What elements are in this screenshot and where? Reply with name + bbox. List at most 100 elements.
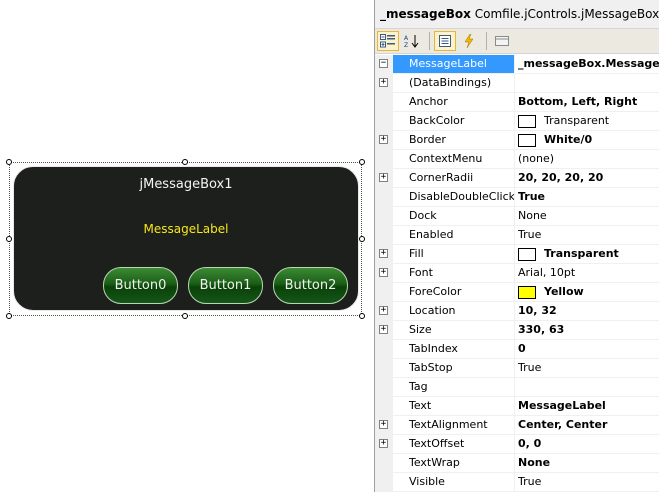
- property-name[interactable]: Fill: [393, 245, 515, 263]
- expand-icon[interactable]: +: [379, 173, 388, 182]
- property-value[interactable]: 0, 0: [515, 435, 659, 453]
- property-name[interactable]: Location: [393, 302, 515, 320]
- property-value[interactable]: 330, 63: [515, 321, 659, 339]
- expand-icon[interactable]: +: [379, 420, 388, 429]
- property-name[interactable]: Anchor: [393, 93, 515, 111]
- property-row[interactable]: + TextOffset 0, 0: [375, 435, 659, 454]
- property-name[interactable]: Text: [393, 397, 515, 415]
- property-name[interactable]: BackColor: [393, 112, 515, 130]
- property-name[interactable]: Border: [393, 131, 515, 149]
- property-name[interactable]: Size: [393, 321, 515, 339]
- property-name[interactable]: Visible: [393, 473, 515, 491]
- property-value[interactable]: MessageLabel: [515, 397, 659, 415]
- property-name[interactable]: Enabled: [393, 226, 515, 244]
- property-name[interactable]: Tag: [393, 378, 515, 396]
- button2[interactable]: Button2: [273, 267, 348, 304]
- property-value[interactable]: Transparent: [515, 245, 659, 263]
- button1[interactable]: Button1: [188, 267, 263, 304]
- property-row[interactable]: −MessageLabel_messageBox.MessageLabel: [375, 55, 659, 74]
- property-value[interactable]: Yellow: [515, 283, 659, 301]
- property-name[interactable]: DisableDoubleClick: [393, 188, 515, 206]
- property-row[interactable]: + Location 10, 32: [375, 302, 659, 321]
- alphabetical-button[interactable]: A Z: [401, 31, 423, 51]
- expand-icon[interactable]: +: [379, 135, 388, 144]
- expand-icon[interactable]: +: [379, 306, 388, 315]
- property-value[interactable]: Center, Center: [515, 416, 659, 434]
- property-name[interactable]: CornerRadii: [393, 169, 515, 187]
- properties-button[interactable]: [434, 31, 456, 51]
- property-value[interactable]: 20, 20, 20, 20: [515, 169, 659, 187]
- property-row[interactable]: + Font Arial, 10pt: [375, 264, 659, 283]
- property-row[interactable]: Text MessageLabel: [375, 397, 659, 416]
- property-row[interactable]: BackColor Transparent: [375, 112, 659, 131]
- property-value[interactable]: [515, 74, 659, 92]
- resize-handle-right[interactable]: [359, 236, 365, 242]
- property-row[interactable]: Enabled True: [375, 226, 659, 245]
- property-value[interactable]: White/0: [515, 131, 659, 149]
- property-value[interactable]: 10, 32: [515, 302, 659, 320]
- property-row[interactable]: TabStop True: [375, 359, 659, 378]
- resize-handle-top-left[interactable]: [6, 159, 12, 165]
- property-value[interactable]: True: [515, 188, 659, 206]
- property-name[interactable]: MessageLabel: [393, 55, 515, 73]
- message-label[interactable]: MessageLabel: [14, 222, 358, 236]
- property-row[interactable]: + Border White/0: [375, 131, 659, 150]
- button0[interactable]: Button0: [103, 267, 178, 304]
- property-name[interactable]: TextOffset: [393, 435, 515, 453]
- events-button[interactable]: [458, 31, 480, 51]
- property-value[interactable]: Transparent: [515, 112, 659, 130]
- property-name[interactable]: Dock: [393, 207, 515, 225]
- property-row[interactable]: Anchor Bottom, Left, Right: [375, 93, 659, 112]
- property-row[interactable]: + Fill Transparent: [375, 245, 659, 264]
- property-value[interactable]: (none): [515, 150, 659, 168]
- property-row[interactable]: + TextAlignment Center, Center: [375, 416, 659, 435]
- expand-icon[interactable]: +: [379, 439, 388, 448]
- property-row[interactable]: Tag: [375, 378, 659, 397]
- resize-handle-left[interactable]: [6, 236, 12, 242]
- resize-handle-bottom[interactable]: [182, 313, 188, 319]
- property-row[interactable]: TabIndex 0: [375, 340, 659, 359]
- property-pages-button[interactable]: [491, 31, 513, 51]
- expand-icon[interactable]: +: [379, 249, 388, 258]
- property-row[interactable]: + Size 330, 63: [375, 321, 659, 340]
- property-name[interactable]: (DataBindings): [393, 74, 515, 92]
- property-value[interactable]: Arial, 10pt: [515, 264, 659, 282]
- property-name[interactable]: TabIndex: [393, 340, 515, 358]
- property-value[interactable]: 0: [515, 340, 659, 358]
- resize-handle-bottom-left[interactable]: [6, 313, 12, 319]
- property-name[interactable]: TextAlignment: [393, 416, 515, 434]
- property-name[interactable]: Font: [393, 264, 515, 282]
- property-row[interactable]: ForeColor Yellow: [375, 283, 659, 302]
- property-row[interactable]: Visible True: [375, 473, 659, 492]
- property-row[interactable]: + CornerRadii 20, 20, 20, 20: [375, 169, 659, 188]
- row-gutter: [375, 359, 393, 377]
- property-row[interactable]: + (DataBindings): [375, 74, 659, 93]
- property-value[interactable]: [515, 378, 659, 396]
- property-value[interactable]: True: [515, 359, 659, 377]
- collapse-icon[interactable]: −: [379, 59, 388, 68]
- property-row[interactable]: Dock None: [375, 207, 659, 226]
- object-selector[interactable]: _messageBox Comfile.jControls.jMessageBo…: [375, 0, 659, 28]
- property-row[interactable]: ContextMenu (none): [375, 150, 659, 169]
- property-value[interactable]: _messageBox.MessageLabel: [515, 55, 659, 73]
- property-name[interactable]: TextWrap: [393, 454, 515, 472]
- property-name[interactable]: TabStop: [393, 359, 515, 377]
- property-value[interactable]: True: [515, 226, 659, 244]
- property-value[interactable]: None: [515, 207, 659, 225]
- expand-icon[interactable]: +: [379, 325, 388, 334]
- expand-icon[interactable]: +: [379, 268, 388, 277]
- property-row[interactable]: DisableDoubleClick True: [375, 188, 659, 207]
- property-row[interactable]: TextWrap None: [375, 454, 659, 473]
- designer-surface[interactable]: jMessageBox1 MessageLabel Button0 Button…: [0, 0, 374, 492]
- property-value[interactable]: None: [515, 454, 659, 472]
- property-value[interactable]: True: [515, 473, 659, 491]
- resize-handle-top[interactable]: [182, 159, 188, 165]
- property-value[interactable]: Bottom, Left, Right: [515, 93, 659, 111]
- message-box-control[interactable]: jMessageBox1 MessageLabel Button0 Button…: [13, 166, 359, 311]
- property-name[interactable]: ContextMenu: [393, 150, 515, 168]
- resize-handle-top-right[interactable]: [359, 159, 365, 165]
- expand-icon[interactable]: +: [379, 78, 388, 87]
- property-name[interactable]: ForeColor: [393, 283, 515, 301]
- categorized-button[interactable]: [377, 31, 399, 51]
- resize-handle-bottom-right[interactable]: [359, 313, 365, 319]
